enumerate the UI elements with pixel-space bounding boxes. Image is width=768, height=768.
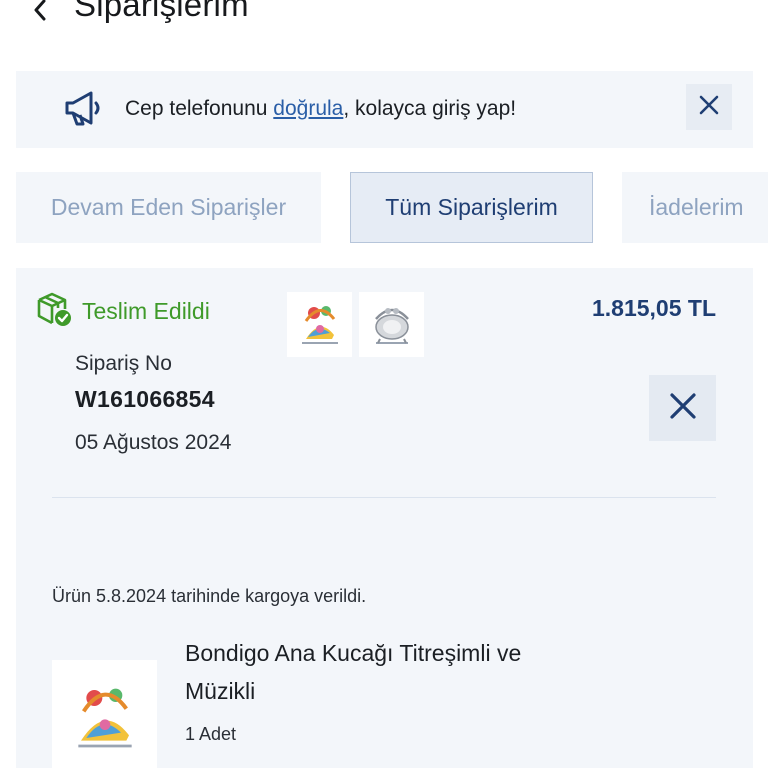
status-label: Teslim Edildi [82, 298, 210, 324]
verify-link[interactable]: doğrula [273, 97, 343, 120]
baby-bouncer-image [301, 305, 338, 344]
package-check-icon [36, 291, 72, 332]
close-icon [668, 391, 698, 426]
tab-ongoing-orders[interactable]: Devam Eden Siparişler [16, 172, 321, 243]
order-close-button[interactable] [649, 375, 716, 441]
header: Siparişlerim [0, 0, 768, 40]
order-total: 1.815,05 TL [591, 295, 716, 321]
megaphone-icon [63, 91, 103, 127]
product-image[interactable] [52, 660, 157, 768]
tab-returns[interactable]: İadelerim [622, 172, 768, 243]
order-status: Teslim Edildi [36, 291, 210, 332]
baby-bouncer-image [77, 688, 132, 748]
page-title: Siparişlerim [74, 0, 249, 23]
shipping-note: Ürün 5.8.2024 tarihinde kargoya verildi. [52, 586, 367, 606]
banner-text: Cep telefonunu doğrula, kolayca giriş ya… [125, 97, 517, 120]
close-icon [698, 94, 720, 121]
order-number-label: Sipariş No [75, 352, 172, 375]
divider [52, 497, 716, 498]
product-thumbnail[interactable] [287, 292, 352, 357]
order-date: 05 Ağustos 2024 [75, 431, 232, 454]
verify-phone-banner: Cep telefonunu doğrula, kolayca giriş ya… [16, 71, 753, 148]
banner-close-button[interactable] [686, 84, 732, 130]
product-thumbnail[interactable] [359, 292, 424, 357]
product-name[interactable]: Bondigo Ana Kucağı Titreşimli ve Müzikli [185, 634, 585, 710]
tab-all-orders[interactable]: Tüm Siparişlerim [350, 172, 593, 243]
chevron-left-icon [32, 0, 48, 27]
order-number: W161066854 [75, 386, 215, 412]
product-quantity: 1 Adet [185, 724, 237, 744]
back-button[interactable] [22, 0, 58, 32]
baby-bouncer-image [374, 307, 409, 344]
